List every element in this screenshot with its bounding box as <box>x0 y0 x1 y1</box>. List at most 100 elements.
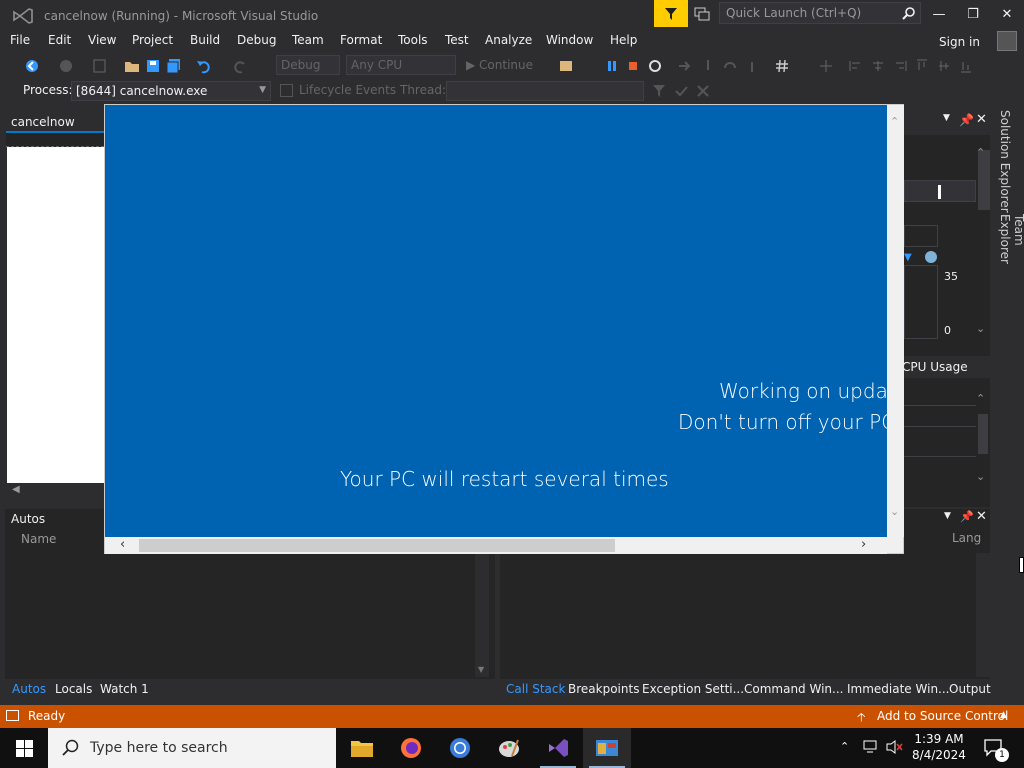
firefox-taskbar-button[interactable] <box>387 728 435 768</box>
scroll-down-icon[interactable]: ⌄ <box>976 322 985 335</box>
minimize-button[interactable]: — <box>922 0 956 28</box>
panel-close-icon[interactable]: ✕ <box>976 509 987 524</box>
show-next-statement-icon[interactable] <box>676 58 692 74</box>
tab-immediate-window[interactable]: Immediate Win... <box>847 682 950 696</box>
chrome-taskbar-button[interactable] <box>436 728 484 768</box>
continue-button[interactable]: ▶ Continue <box>466 58 533 72</box>
stop-icon[interactable] <box>625 58 641 74</box>
open-file-icon[interactable] <box>124 58 140 74</box>
taskbar-search-box[interactable]: Type here to search <box>48 728 336 768</box>
show-flagged-icon[interactable] <box>674 84 688 98</box>
step-over-icon[interactable] <box>722 58 738 74</box>
pause-icon[interactable] <box>604 58 620 74</box>
scroll-right-icon[interactable]: › <box>861 537 866 552</box>
tab-call-stack[interactable]: Call Stack <box>506 682 565 696</box>
hex-display-icon[interactable] <box>774 58 790 74</box>
tab-command-window[interactable]: Command Win... <box>744 682 843 696</box>
feedback-button[interactable] <box>693 5 711 23</box>
scroll-up-icon[interactable]: ⌃ <box>976 146 985 159</box>
save-all-icon[interactable] <box>166 58 182 74</box>
scroll-down-icon[interactable]: ▼ <box>478 665 484 674</box>
remove-flags-icon[interactable] <box>696 84 710 98</box>
restore-button[interactable]: ❐ <box>956 0 990 28</box>
navigate-forward-icon[interactable] <box>58 58 74 74</box>
align-bottom-icon[interactable] <box>958 58 974 74</box>
pin-icon[interactable]: 📌 <box>960 510 974 523</box>
menu-team[interactable]: Team <box>292 33 324 47</box>
undo-icon[interactable] <box>196 58 212 74</box>
scroll-up-icon[interactable]: ⌃ <box>976 392 985 405</box>
pin-icon[interactable]: 📌 <box>959 113 974 127</box>
autos-vertical-scrollbar[interactable]: ▼ <box>475 553 489 677</box>
menu-format[interactable]: Format <box>340 33 382 47</box>
scroll-left-icon[interactable]: ◀ <box>12 484 20 495</box>
paint-taskbar-button[interactable] <box>485 728 533 768</box>
align-center-icon[interactable] <box>870 58 886 74</box>
add-to-source-control-button[interactable]: Add to Source Control <box>877 709 1008 723</box>
scroll-down-icon[interactable]: ⌄ <box>976 470 985 483</box>
cancelnow-app-taskbar-button[interactable] <box>583 728 631 768</box>
designer-surface[interactable] <box>7 147 104 483</box>
callstack-vertical-scrollbar[interactable] <box>976 553 990 677</box>
attach-process-icon[interactable] <box>558 58 574 74</box>
document-horizontal-scrollbar[interactable]: ◀ <box>6 483 104 499</box>
step-out-icon[interactable] <box>744 58 760 74</box>
start-button[interactable] <box>0 728 48 768</box>
tab-autos[interactable]: Autos <box>12 682 46 696</box>
visual-studio-taskbar-button[interactable] <box>534 728 582 768</box>
tab-breakpoints[interactable]: Breakpoints <box>568 682 639 696</box>
notifications-filter-button[interactable] <box>654 0 688 27</box>
restart-icon[interactable] <box>647 58 663 74</box>
diag-scrollbar-thumb[interactable] <box>978 150 990 210</box>
panel-close-icon[interactable]: ✕ <box>976 112 987 127</box>
tab-exception-settings[interactable]: Exception Setti... <box>642 682 744 696</box>
step-into-icon[interactable] <box>700 58 716 74</box>
horizontal-scroll-thumb[interactable] <box>139 539 615 552</box>
menu-analyze[interactable]: Analyze <box>485 33 532 47</box>
align-middle-icon[interactable] <box>936 58 952 74</box>
menu-help[interactable]: Help <box>610 33 637 47</box>
show-hidden-icons-chevron-icon[interactable]: ⌃ <box>840 740 849 753</box>
align-top-icon[interactable] <box>914 58 930 74</box>
update-horizontal-scrollbar[interactable]: ‹ › <box>105 537 887 554</box>
solution-platform-dropdown[interactable]: Any CPU <box>346 55 456 75</box>
solution-configuration-dropdown[interactable]: Debug <box>276 55 340 75</box>
menu-debug[interactable]: Debug <box>237 33 276 47</box>
tab-output[interactable]: Output <box>949 682 991 696</box>
update-vertical-scrollbar[interactable]: ⌃ ⌄ <box>887 105 904 537</box>
align-left-icon[interactable] <box>848 58 864 74</box>
panel-menu-icon[interactable]: ▼ <box>944 511 951 521</box>
file-explorer-taskbar-button[interactable] <box>338 728 386 768</box>
scroll-left-icon[interactable]: ‹ <box>120 537 125 552</box>
menu-edit[interactable]: Edit <box>48 33 71 47</box>
diag-search-box[interactable] <box>904 225 938 247</box>
panel-menu-icon[interactable]: ▼ <box>943 113 950 123</box>
network-icon[interactable] <box>862 739 880 755</box>
thread-dropdown[interactable] <box>446 81 644 101</box>
cpu-scrollbar-thumb[interactable] <box>978 414 988 454</box>
tab-watch-1[interactable]: Watch 1 <box>100 682 149 696</box>
chevron-up-icon[interactable]: ▲ <box>1000 710 1007 720</box>
system-clock[interactable]: 1:39 AM 8/4/2024 <box>906 731 972 763</box>
scroll-up-icon[interactable]: ⌃ <box>890 115 899 128</box>
lifecycle-events-dropdown[interactable]: Lifecycle Events <box>299 83 396 97</box>
volume-muted-icon[interactable] <box>885 739 905 755</box>
new-project-icon[interactable] <box>92 58 108 74</box>
menu-file[interactable]: File <box>10 33 30 47</box>
navigate-back-icon[interactable] <box>24 58 40 74</box>
menu-project[interactable]: Project <box>132 33 173 47</box>
tab-locals[interactable]: Locals <box>55 682 92 696</box>
menu-build[interactable]: Build <box>190 33 220 47</box>
scroll-down-icon[interactable]: ⌄ <box>890 505 899 518</box>
menu-tools[interactable]: Tools <box>398 33 428 47</box>
close-button[interactable]: ✕ <box>990 0 1024 28</box>
process-dropdown[interactable]: [8644] cancelnow.exe ▼ <box>71 81 271 101</box>
redo-icon[interactable] <box>232 58 248 74</box>
solution-explorer-tab[interactable]: Solution Explorer <box>998 110 1012 213</box>
quick-launch-input[interactable]: Quick Launch (Ctrl+Q) <box>719 2 921 24</box>
name-column-header[interactable]: Name <box>21 532 56 546</box>
language-column-header[interactable]: Lang <box>952 531 981 545</box>
menu-test[interactable]: Test <box>445 33 469 47</box>
account-icon[interactable] <box>997 31 1017 51</box>
team-explorer-tab[interactable]: Team Explorer <box>998 214 1024 298</box>
